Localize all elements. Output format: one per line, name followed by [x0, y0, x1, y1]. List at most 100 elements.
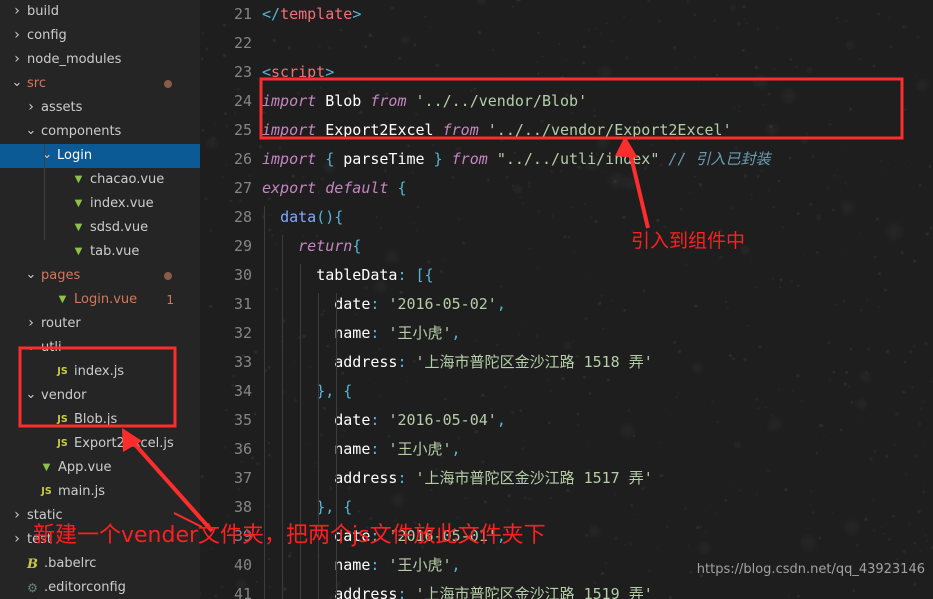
- code-line[interactable]: return{: [262, 232, 933, 261]
- chevron-right-icon[interactable]: ›: [10, 0, 24, 23]
- code-line[interactable]: date: '2016-05-02',: [262, 290, 933, 319]
- code-line[interactable]: tableData: [{: [262, 261, 933, 290]
- indent-guide: [300, 264, 302, 599]
- code-line[interactable]: import Blob from '../../vendor/Blob': [262, 87, 933, 116]
- tree-item-pages[interactable]: ⌄ pages: [0, 264, 200, 288]
- code-token: date: [334, 295, 371, 313]
- code-line[interactable]: address: '上海市普陀区金沙江路 1517 弄': [262, 464, 933, 493]
- line-number: 30: [233, 266, 252, 284]
- chevron-down-icon[interactable]: ⌄: [24, 119, 38, 143]
- tree-item-label: Export2Excel.js: [74, 436, 174, 451]
- code-token: import: [262, 121, 317, 139]
- tree-item-index-js[interactable]: ›JSindex.js: [0, 360, 200, 384]
- code-line[interactable]: <script>: [262, 58, 933, 87]
- tree-item-main-js[interactable]: ›JSmain.js: [0, 480, 200, 504]
- code-token: Export2Excel: [325, 121, 434, 139]
- tree-item-config[interactable]: › config: [0, 24, 200, 48]
- modified-dot: [164, 80, 172, 88]
- line-number: 26: [233, 150, 252, 168]
- js-icon: JS: [41, 486, 52, 498]
- tree-item-build[interactable]: › build: [0, 0, 200, 24]
- code-line[interactable]: address: '上海市普陀区金沙江路 1518 弄': [262, 348, 933, 377]
- code-line[interactable]: name: '王小虎',: [262, 435, 933, 464]
- tree-indent-guide: [44, 144, 45, 240]
- tree-item-index-vue[interactable]: ›▼index.vue: [0, 192, 200, 216]
- chevron-right-icon[interactable]: ›: [10, 527, 24, 551]
- tree-item-label: test: [27, 532, 52, 547]
- code-line[interactable]: date: '2016-05-04',: [262, 406, 933, 435]
- chevron-right-icon[interactable]: ›: [24, 311, 38, 335]
- line-number: 28: [233, 208, 252, 226]
- code-line[interactable]: name: '王小虎',: [262, 319, 933, 348]
- tree-item-sdsd-vue[interactable]: ›▼sdsd.vue: [0, 216, 200, 240]
- code-token: {: [352, 237, 362, 255]
- code-line[interactable]: }, {: [262, 377, 933, 406]
- code-token: :: [370, 556, 389, 574]
- code-line[interactable]: export default {: [262, 174, 933, 203]
- code-line[interactable]: address: '上海市普陀区金沙江路 1519 弄': [262, 580, 933, 599]
- tree-item-components[interactable]: ⌄ components: [0, 120, 200, 144]
- tree-item-login[interactable]: ⌄ Login: [0, 144, 200, 168]
- code-line[interactable]: </template>: [262, 0, 933, 29]
- tree-item-static[interactable]: › static: [0, 504, 200, 528]
- tree-item-test[interactable]: › test: [0, 528, 200, 552]
- code-token: Blob: [325, 92, 362, 110]
- chevron-down-icon[interactable]: ⌄: [40, 143, 54, 167]
- tree-item-login-vue[interactable]: ›▼Login.vue1: [0, 288, 200, 312]
- line-number: 33: [233, 353, 252, 371]
- tree-item-blob-js[interactable]: ›JSBlob.js: [0, 408, 200, 432]
- tree-item-label: .babelrc: [44, 556, 97, 571]
- chevron-right-icon[interactable]: ›: [10, 23, 24, 47]
- code-line[interactable]: }, {: [262, 493, 933, 522]
- code-line[interactable]: date: '2016-05-01',: [262, 522, 933, 551]
- code-line[interactable]: data(){: [262, 203, 933, 232]
- tree-item-router[interactable]: › router: [0, 312, 200, 336]
- code-line[interactable]: import { parseTime } from "../../utli/in…: [262, 145, 933, 174]
- tree-item-tab-vue[interactable]: ›▼tab.vue: [0, 240, 200, 264]
- tree-item-vendor[interactable]: ⌄ vendor: [0, 384, 200, 408]
- chevron-down-icon[interactable]: ⌄: [24, 263, 38, 287]
- line-number: 21: [233, 5, 252, 23]
- tree-item-export2excel-js[interactable]: ›JSExport2Excel.js: [0, 432, 200, 456]
- line-number: 29: [233, 237, 252, 255]
- code-line[interactable]: [262, 29, 933, 58]
- tree-item-label: Login: [57, 148, 93, 163]
- chevron-right-icon[interactable]: ›: [10, 503, 24, 527]
- line-number: 23: [233, 63, 252, 81]
- chevron-down-icon[interactable]: ⌄: [10, 71, 24, 95]
- code-line[interactable]: name: '王小虎',: [262, 551, 933, 580]
- tree-item-app-vue[interactable]: ›▼App.vue: [0, 456, 200, 480]
- code-token: :: [370, 295, 389, 313]
- chevron-right-icon[interactable]: ›: [10, 47, 24, 71]
- editor-window: › build › config › node_modules ⌄ src › assets ⌄ co…: [0, 0, 933, 599]
- chevron-down-icon[interactable]: ⌄: [24, 383, 38, 407]
- tree-item-src[interactable]: ⌄ src: [0, 72, 200, 96]
- tree-item-node-modules[interactable]: › node_modules: [0, 48, 200, 72]
- tree-item--editorconfig[interactable]: ›⚙.editorconfig: [0, 576, 200, 599]
- code-editor-pane[interactable]: 21 22 23 24 25 26 27 28 29 30 31 32 33 34 35 36 37 38 39 40…: [200, 0, 933, 599]
- code-token: address: [334, 353, 398, 371]
- tree-item-chacao-vue[interactable]: ›▼chacao.vue: [0, 168, 200, 192]
- line-number: 36: [233, 440, 252, 458]
- chevron-right-icon[interactable]: ›: [24, 95, 38, 119]
- tree-item-utli[interactable]: ⌄ utli: [0, 336, 200, 360]
- tree-item--babelrc[interactable]: ›B.babelrc: [0, 552, 200, 576]
- tree-item-assets[interactable]: › assets: [0, 96, 200, 120]
- file-tree[interactable]: › build › config › node_modules ⌄ src › assets ⌄ co…: [0, 0, 200, 599]
- tree-item-label: Blob.js: [74, 412, 118, 427]
- chevron-down-icon[interactable]: ⌄: [24, 335, 38, 359]
- code-token: '../../vendor/Blob': [415, 92, 588, 110]
- code-token: '2016-05-02': [388, 295, 497, 313]
- code-line[interactable]: import Export2Excel from '../../vendor/E…: [262, 116, 933, 145]
- code-token: return: [298, 237, 353, 255]
- code-content[interactable]: </template> <script> import Blob from '..…: [262, 0, 933, 599]
- file-explorer-sidebar[interactable]: › build › config › node_modules ⌄ src › assets ⌄ co…: [0, 0, 200, 599]
